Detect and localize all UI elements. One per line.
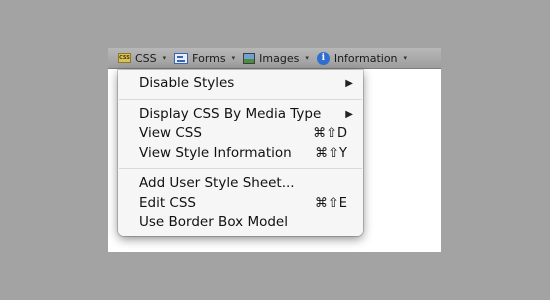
menu-item-view-style-information[interactable]: View Style Information ⌘⇧Y bbox=[118, 144, 363, 164]
menu-item-disable-styles[interactable]: Disable Styles ▶ bbox=[118, 74, 363, 94]
images-menu-label: Images bbox=[259, 51, 300, 65]
menu-item-add-user-style-sheet[interactable]: Add User Style Sheet... bbox=[118, 174, 363, 194]
menu-separator bbox=[119, 168, 362, 169]
forms-menu-label: Forms bbox=[192, 51, 226, 65]
chevron-down-icon: ▾ bbox=[403, 54, 408, 62]
information-menu-button[interactable]: i Information ▾ bbox=[313, 48, 411, 68]
css-icon: CSS bbox=[118, 53, 131, 63]
menu-item-use-border-box-model[interactable]: Use Border Box Model bbox=[118, 213, 363, 233]
menu-item-label: Display CSS By Media Type bbox=[139, 105, 322, 122]
menu-item-label: Add User Style Sheet... bbox=[139, 175, 295, 191]
chevron-down-icon: ▾ bbox=[162, 54, 167, 62]
images-menu-button[interactable]: Images ▾ bbox=[239, 48, 313, 68]
css-menu-button[interactable]: CSS CSS ▾ bbox=[108, 48, 170, 68]
chevron-down-icon: ▾ bbox=[305, 54, 309, 62]
web-developer-toolbar: CSS CSS ▾ Forms ▾ Images ▾ i Information… bbox=[108, 48, 441, 69]
keyboard-shortcut: ⌘⇧E bbox=[314, 195, 347, 211]
menu-item-label: Disable Styles bbox=[139, 75, 235, 91]
forms-icon bbox=[174, 52, 189, 64]
menu-item-view-css[interactable]: View CSS ⌘⇧D bbox=[118, 124, 363, 144]
screenshot-stage: CSS CSS ▾ Forms ▾ Images ▾ i Information… bbox=[0, 0, 550, 300]
keyboard-shortcut: ⌘⇧D bbox=[313, 126, 347, 141]
chevron-down-icon: ▾ bbox=[231, 54, 236, 62]
menu-item-edit-css[interactable]: Edit CSS ⌘⇧E bbox=[118, 194, 363, 214]
css-dropdown-menu: Disable Styles ▶ Display CSS By Media Ty… bbox=[118, 70, 363, 236]
keyboard-shortcut: ⌘⇧Y bbox=[315, 145, 347, 161]
forms-menu-button[interactable]: Forms ▾ bbox=[170, 48, 239, 68]
menu-item-label: View Style Information bbox=[139, 144, 292, 161]
menu-item-display-css-by-media-type[interactable]: Display CSS By Media Type ▶ bbox=[118, 105, 363, 125]
menu-item-label: Edit CSS bbox=[139, 194, 196, 211]
images-icon bbox=[243, 52, 256, 64]
menu-item-label: View CSS bbox=[139, 125, 202, 141]
css-menu-label: CSS bbox=[135, 51, 157, 65]
menu-separator bbox=[119, 98, 362, 100]
submenu-arrow-icon: ▶ bbox=[345, 78, 353, 89]
menu-item-label: Use Border Box Model bbox=[139, 214, 288, 230]
submenu-arrow-icon: ▶ bbox=[345, 108, 353, 120]
info-icon: i bbox=[316, 51, 330, 65]
information-menu-label: Information bbox=[333, 51, 398, 65]
